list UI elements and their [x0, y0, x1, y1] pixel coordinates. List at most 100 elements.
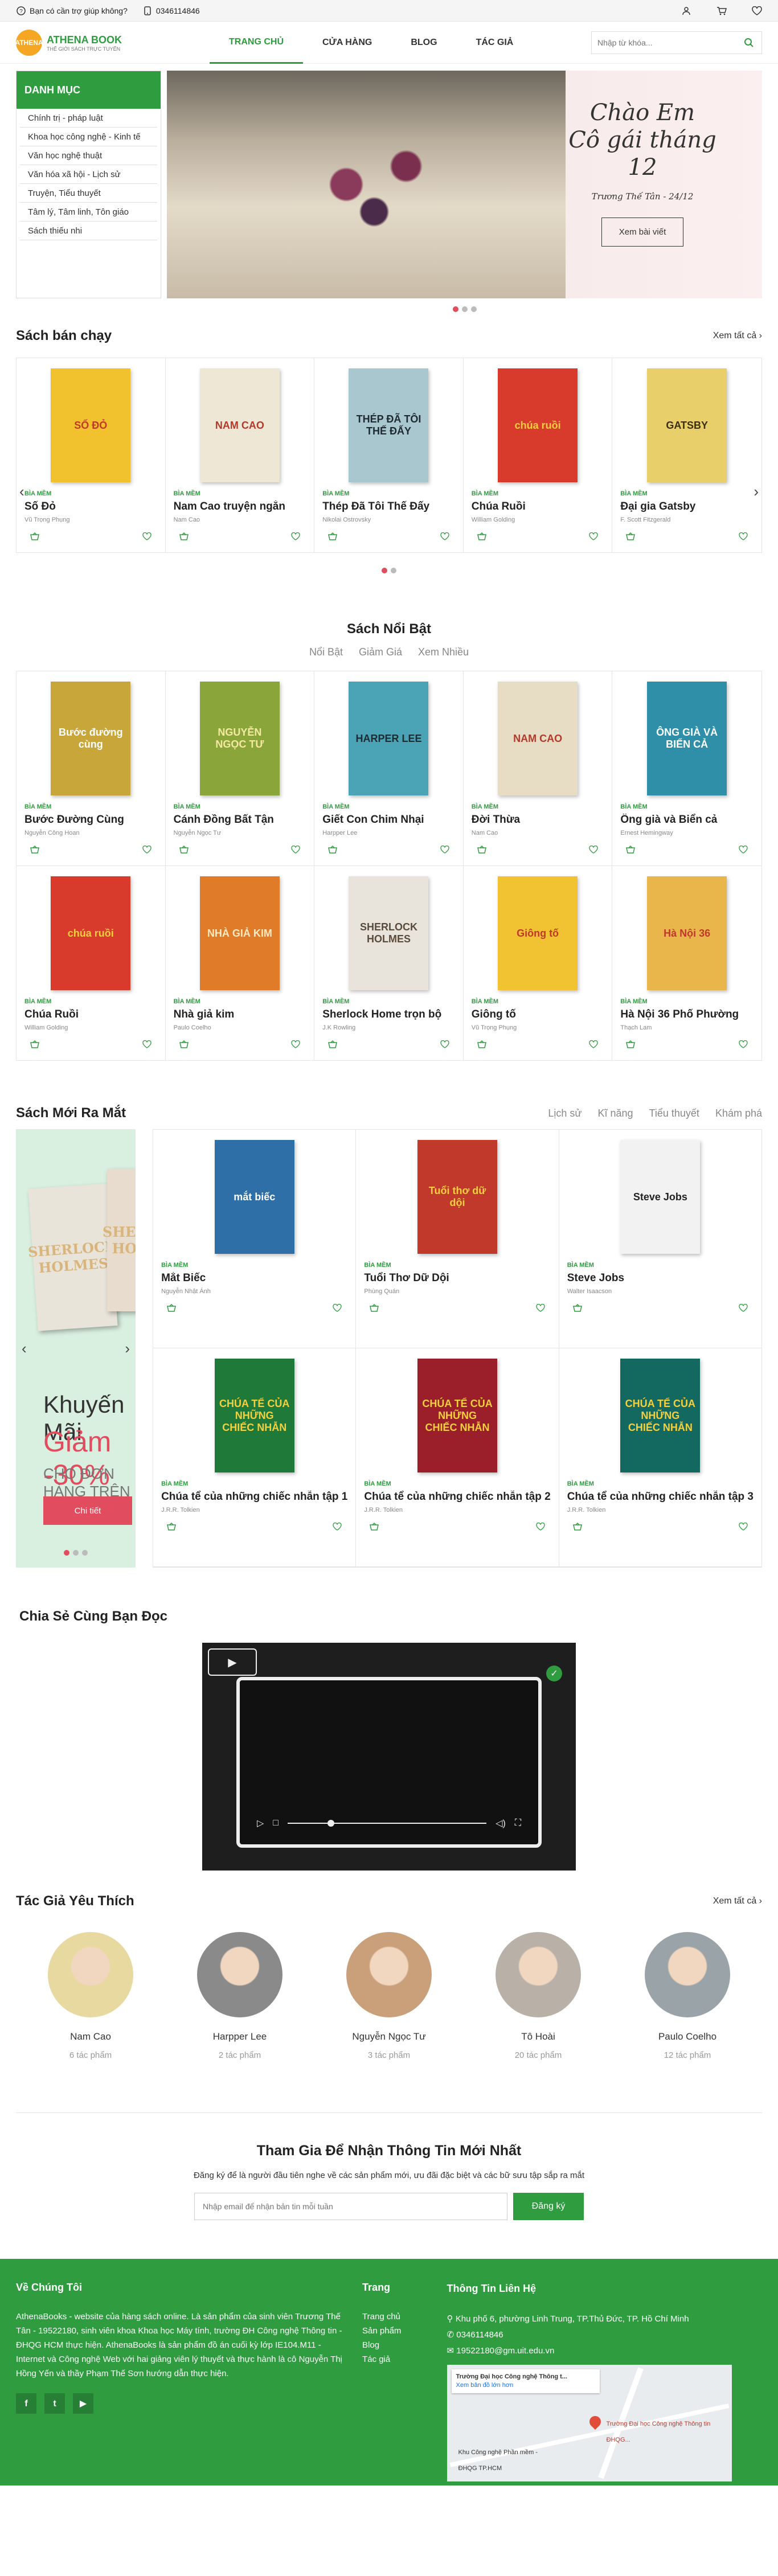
add-to-cart-icon[interactable] — [370, 1303, 379, 1315]
book-card[interactable]: Hà Nội 36 BÌA MỀM Hà Nội 36 Phố Phường Thạc… — [612, 866, 761, 1060]
book-cover[interactable]: NAM CAO — [498, 682, 578, 795]
footer-link[interactable]: Blog — [362, 2338, 435, 2352]
book-cover[interactable]: mắt biếc — [214, 1140, 294, 1254]
book-cover[interactable]: NGUYỄN NGỌC TƯ — [199, 682, 280, 795]
slider-dot[interactable] — [391, 568, 396, 573]
wishlist-icon[interactable] — [291, 845, 300, 856]
author-card[interactable]: Paulo Coelho 12 tác phẩm — [630, 1932, 744, 2060]
wishlist-icon[interactable] — [536, 1303, 545, 1315]
book-name[interactable]: Sherlock Home trọn bộ — [322, 1008, 455, 1021]
video-player[interactable]: ▶ ✓ ▷ □ ◁) ⛶ — [202, 1643, 576, 1871]
add-to-cart-icon[interactable] — [572, 1303, 582, 1315]
book-cover[interactable]: NAM CAO — [199, 368, 280, 482]
google-map[interactable]: Trường Đại học Công nghệ Thông t... Xem … — [447, 2365, 732, 2481]
book-cover[interactable]: CHÚA TỂ CỦA NHỮNG CHIẾC NHẪN — [620, 1359, 701, 1472]
book-name[interactable]: Chúa tể của những chiếc nhẫn tập 1 — [161, 1491, 347, 1503]
wishlist-icon[interactable] — [291, 1040, 300, 1051]
phone-item[interactable]: 0346114846 — [142, 6, 200, 16]
book-card[interactable]: ÔNG GIÀ VÀ BIỂN CẢ BÌA MỀM Ông già và Biển… — [612, 671, 761, 865]
footer-link[interactable]: Trang chủ — [362, 2310, 435, 2324]
add-to-cart-icon[interactable] — [477, 845, 486, 856]
book-cover[interactable]: THÉP ĐÃ TÔI THẾ ĐẤY — [349, 368, 429, 482]
footer-email[interactable]: 19522180@gm.uit.edu.vn — [456, 2346, 554, 2356]
avatar[interactable] — [48, 1932, 133, 2017]
wishlist-icon[interactable] — [440, 845, 449, 856]
search-button[interactable] — [736, 32, 761, 54]
add-to-cart-icon[interactable] — [626, 1040, 636, 1051]
book-cover[interactable]: chúa ruồi — [51, 876, 131, 990]
nav-home[interactable]: TRANG CHỦ — [210, 22, 303, 64]
chevron-left-icon[interactable]: ‹ — [19, 483, 24, 501]
add-to-cart-icon[interactable] — [30, 532, 39, 543]
category-item[interactable]: Chính trị - pháp luật — [20, 109, 157, 128]
search-input[interactable] — [592, 38, 736, 47]
book-card[interactable]: Bước đường cùng BÌA MỀM Bước Đường Cùng Ngu… — [17, 671, 166, 865]
logo[interactable]: ATHENA ATHENA BOOK THẾ GIỚI SÁCH TRỰC TU… — [15, 30, 210, 56]
book-cover[interactable]: Steve Jobs — [620, 1140, 701, 1254]
book-card[interactable]: NAM CAO BÌA MỀM Nam Cao truyện ngắn Nam Cao — [165, 358, 315, 552]
book-name[interactable]: Hà Nội 36 Phố Phường — [620, 1008, 754, 1021]
book-name[interactable]: Steve Jobs — [567, 1272, 754, 1285]
chevron-left-icon[interactable]: ‹ — [22, 1340, 27, 1357]
book-name[interactable]: Giết Con Chim Nhại — [322, 814, 455, 826]
youtube-icon[interactable]: ▶ — [73, 2393, 93, 2414]
book-card[interactable]: Steve Jobs BÌA MỀM Steve Jobs Walter Isaacs… — [559, 1130, 761, 1348]
chevron-right-icon[interactable]: › — [754, 483, 759, 501]
wishlist-icon[interactable] — [142, 532, 151, 543]
book-cover[interactable]: CHÚA TỂ CỦA NHỮNG CHIẾC NHẪN — [417, 1359, 498, 1472]
author-card[interactable]: Tô Hoài 20 tác phẩm — [481, 1932, 595, 2060]
play-icon[interactable]: ▶ — [208, 1648, 257, 1676]
tab-featured[interactable]: Nổi Bật — [309, 646, 343, 658]
book-card[interactable]: CHÚA TỂ CỦA NHỮNG CHIẾC NHẪN BÌA MỀM Chúa … — [356, 1348, 559, 1567]
book-name[interactable]: Nhà giả kim — [174, 1008, 306, 1021]
book-card[interactable]: Giông tố BÌA MỀM Giông tố Vũ Trọng Phụng — [463, 866, 613, 1060]
add-to-cart-icon[interactable] — [370, 1522, 379, 1533]
slider-dot[interactable] — [64, 1550, 70, 1556]
map-enlarge-link[interactable]: Xem bản đồ lớn hơn — [456, 2381, 595, 2390]
book-card[interactable]: NHÀ GIẢ KIM BÌA MỀM Nhà giả kim Paulo Coelh… — [165, 866, 315, 1060]
category-item[interactable]: Văn học nghệ thuật — [20, 146, 157, 165]
avatar[interactable] — [496, 1932, 581, 2017]
wishlist-icon[interactable] — [589, 845, 599, 856]
heart-icon[interactable] — [752, 6, 762, 16]
book-card[interactable]: THÉP ĐÃ TÔI THẾ ĐẤY BÌA MỀM Thép Đã Tôi Th… — [314, 358, 464, 552]
book-cover[interactable]: Tuổi thơ dữ dội — [417, 1140, 498, 1254]
add-to-cart-icon[interactable] — [167, 1522, 176, 1533]
add-to-cart-icon[interactable] — [572, 1522, 582, 1533]
hero-slide[interactable]: Chào Em Cô gái tháng 12 Trương Thế Tân -… — [167, 71, 762, 298]
book-name[interactable]: Nam Cao truyện ngắn — [174, 501, 306, 513]
tab-novel[interactable]: Tiểu thuyết — [649, 1107, 699, 1119]
footer-link[interactable]: Tác giả — [362, 2352, 435, 2366]
slider-dot[interactable] — [382, 568, 387, 573]
slider-dot[interactable] — [470, 306, 477, 312]
avatar[interactable] — [197, 1932, 282, 2017]
book-card[interactable]: NGUYỄN NGỌC TƯ BÌA MỀM Cánh Đồng Bất Tận Ng… — [165, 671, 315, 865]
book-card[interactable]: chúa ruồi BÌA MỀM Chúa Ruồi William Golding — [463, 358, 613, 552]
wishlist-icon[interactable] — [589, 1040, 599, 1051]
twitter-icon[interactable]: t — [44, 2393, 65, 2414]
avatar[interactable] — [346, 1932, 432, 2017]
author-name[interactable]: Nguyễn Ngọc Tư — [332, 2031, 446, 2042]
tab-history[interactable]: Lịch sử — [548, 1107, 582, 1119]
book-cover[interactable]: GATSBY — [647, 368, 727, 482]
read-post-button[interactable]: Xem bài viết — [601, 218, 684, 247]
author-name[interactable]: Nam Cao — [34, 2031, 148, 2042]
book-cover[interactable]: SỐ ĐỎ — [51, 368, 131, 482]
tab-most-viewed[interactable]: Xem Nhiều — [418, 646, 469, 658]
book-name[interactable]: Giông tố — [472, 1008, 604, 1021]
book-card[interactable]: GATSBY BÌA MỀM Đại gia Gatsby F. Scott Fitz… — [612, 358, 761, 552]
add-to-cart-icon[interactable] — [179, 845, 189, 856]
book-name[interactable]: Đời Thừa — [472, 814, 604, 826]
tab-discover[interactable]: Khám phá — [715, 1107, 762, 1119]
book-cover[interactable]: HARPER LEE — [349, 682, 429, 795]
chevron-right-icon[interactable]: › — [125, 1340, 130, 1357]
facebook-icon[interactable]: f — [16, 2393, 36, 2414]
wishlist-icon[interactable] — [142, 1040, 151, 1051]
wishlist-icon[interactable] — [589, 532, 599, 543]
user-icon[interactable] — [681, 6, 691, 16]
book-name[interactable]: Ông già và Biển cả — [620, 814, 754, 826]
book-name[interactable]: Chúa tể của những chiếc nhẫn tập 3 — [567, 1491, 754, 1503]
slider-dot[interactable] — [461, 306, 468, 312]
author-card[interactable]: Nguyễn Ngọc Tư 3 tác phẩm — [332, 1932, 446, 2060]
help-item[interactable]: ? Bạn có cần trợ giúp không? — [16, 6, 128, 16]
